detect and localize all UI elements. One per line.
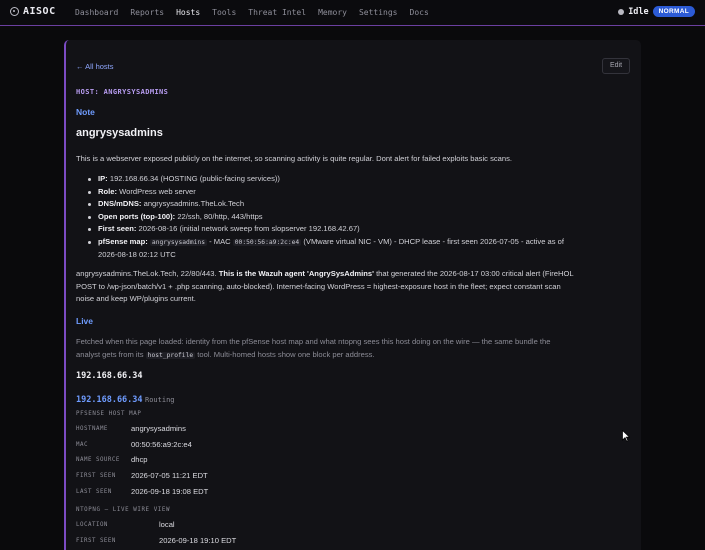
list-item: pfSense map: angrysysadmins - MAC 00:50:… [88,236,628,262]
live-desc-line1: Fetched when this page loaded: identity … [76,337,551,346]
agent-status: Idle NORMAL [618,6,695,17]
nav-dashboard[interactable]: Dashboard [75,8,118,17]
pfsense-line2: 2026-08-18 02:12 UTC [98,250,176,259]
summary-post: that generated the 2026-08-17 03:00 crit… [376,269,574,278]
mouse-cursor-icon [622,430,630,442]
app-logo[interactable]: AISOC [10,6,56,17]
list-item: IP: 192.168.66.34 (HOSTING (public-facin… [88,173,628,186]
note-summary: angrysysadmins.TheLok.Tech, 22/80/443. T… [76,268,624,306]
pfsense-value-first-seen: 2026-07-05 11:21 EDT [131,471,208,480]
ntopng-heading: NTOPNG — LIVE WIRE VIEW [76,507,171,513]
pfsense-host-map-heading: PFSENSE HOST MAP [76,411,142,417]
bullet-key: DNS/mDNS: [98,199,142,208]
host-profile-code: host_profile [145,351,196,359]
pfsense-value-mac: 00:50:56:a9:2c:e4 [131,440,192,449]
pfsense-key-name-source: NAME SOURCE [76,457,120,463]
pfsense-key-hostname: HOSTNAME [76,426,108,432]
summary-line3: noise and keep WP/plugins current. [76,294,196,303]
note-host-name: angrysysadmins [76,127,163,139]
top-nav-bar: AISOC Dashboard Reports Hosts Tools Thre… [0,0,705,26]
nav-hosts[interactable]: Hosts [176,8,200,17]
pfsense-value-hostname: angrysysadmins [131,424,186,433]
logo-icon [10,7,19,16]
list-item: Open ports (top-100): 22/ssh, 80/http, 4… [88,211,628,224]
bullet-value: 192.168.66.34 (HOSTING (public-facing se… [109,174,280,183]
note-intro: This is a webserver exposed publicly on … [76,154,513,163]
bullet-value: angrysysadmins.TheLok.Tech [143,199,245,208]
pfsense-mac-code: 00:50:56:a9:2c:e4 [232,238,302,246]
all-hosts-link[interactable]: ← All hosts [76,62,114,71]
logo-text: AISOC [23,6,56,17]
nav-docs[interactable]: Docs [410,8,429,17]
main-nav: Dashboard Reports Hosts Tools Threat Int… [75,8,441,17]
bullet-key: First seen: [98,224,137,233]
ip-address-link[interactable]: 192.168.66.34 [76,395,143,405]
pfsense-key-last-seen: LAST SEEN [76,489,112,495]
live-desc-pre: analyst gets from its [76,349,144,359]
bullet-value: 22/ssh, 80/http, 443/https [177,211,263,221]
status-label: Idle [628,6,649,17]
live-description: Fetched when this page loaded: identity … [76,336,624,362]
summary-line2: POST to /wp-json/batch/v1 + .php scannin… [76,281,561,291]
note-bullet-list: IP: 192.168.66.34 (HOSTING (public-facin… [88,173,628,262]
live-desc-post: tool. Multi-homed hosts show one block p… [197,349,375,359]
mode-badge[interactable]: NORMAL [652,6,695,17]
nav-memory[interactable]: Memory [318,8,347,17]
pfsense-mid: - MAC [209,236,231,246]
pfsense-rest: (VMware virtual NIC - VM) - DHCP lease -… [303,236,565,246]
bullet-key: Role: [98,186,117,196]
pfsense-key-mac: MAC [76,442,88,448]
nav-threat-intel[interactable]: Threat Intel [248,8,306,17]
bullet-key: pfSense map: [98,236,148,246]
bullet-key: Open ports (top-100): [98,211,176,221]
status-dot-icon [618,8,625,15]
nav-settings[interactable]: Settings [359,8,398,17]
ntop-key-first-seen: FIRST SEEN [76,538,116,544]
live-section-title: Live [76,316,94,326]
pfsense-value-name-source: dhcp [131,455,148,464]
pfsense-hostname-code: angrysysadmins [149,238,207,246]
note-section-title: Note [76,107,95,117]
ntop-value-location: local [159,520,175,529]
summary-pre: angrysysadmins.TheLok.Tech, 22/80/443. [76,269,217,278]
bullet-key: IP: [98,174,108,183]
ntop-key-location: LOCATION [76,522,108,528]
host-label: HOST: ANGRYSYSADMINS [76,88,169,96]
pfsense-key-first-seen: FIRST SEEN [76,473,116,479]
list-item: Role: WordPress web server [88,186,628,199]
nav-tools[interactable]: Tools [212,8,236,17]
list-item: DNS/mDNS: angrysysadmins.TheLok.Tech [88,198,628,211]
bullet-value: WordPress web server [119,186,196,196]
summary-bold: This is the Wazuh agent 'AngrySysAdmins' [218,269,374,278]
pfsense-value-last-seen: 2026-09-18 19:08 EDT [131,487,209,496]
nav-reports[interactable]: Reports [130,8,164,17]
edit-button[interactable]: Edit [602,58,630,74]
live-ip-heading: 192.168.66.34 [76,371,143,381]
list-item: First seen: 2026-08-16 (initial network … [88,223,628,236]
bullet-value: 2026-08-16 (initial network sweep from s… [138,224,360,233]
ntop-value-first-seen: 2026-09-18 19:10 EDT [159,536,237,545]
ip-routing-tag: Routing [145,396,175,404]
